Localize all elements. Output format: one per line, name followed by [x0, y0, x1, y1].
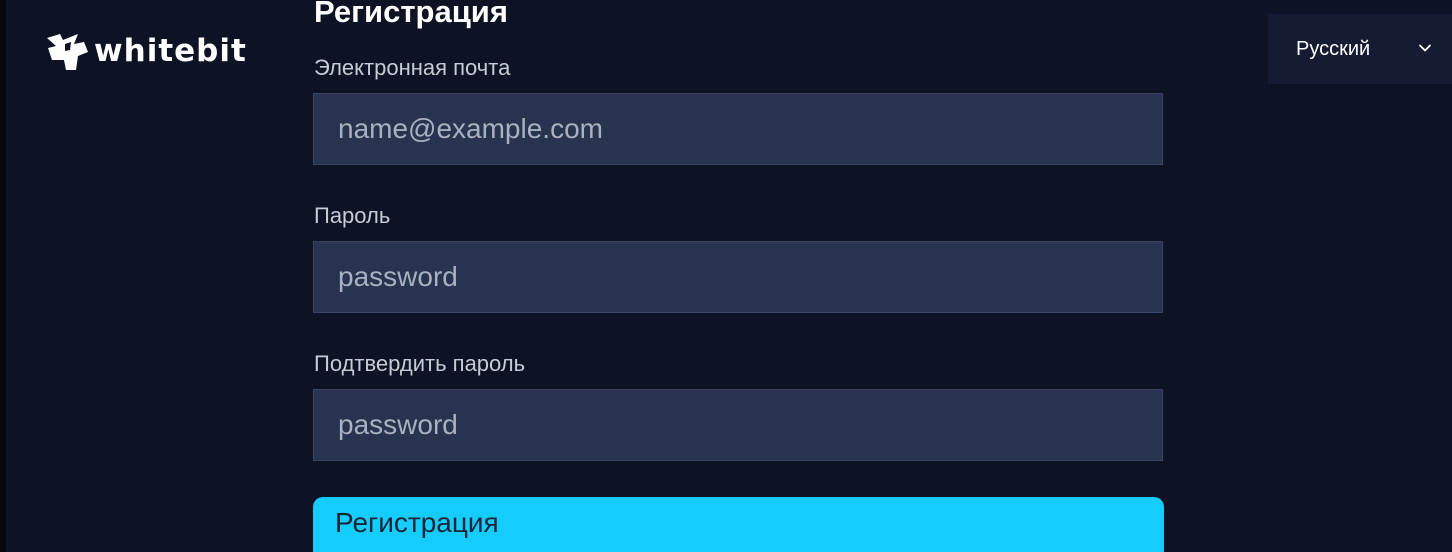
brand-name: whitebit — [94, 33, 247, 69]
brand-logo[interactable]: whitebit — [44, 30, 247, 72]
form-title: Регистрация — [314, 0, 508, 29]
register-button[interactable]: Регистрация — [313, 497, 1164, 552]
language-selected-label: Русский — [1296, 37, 1371, 60]
chevron-down-icon — [1419, 44, 1431, 52]
email-field[interactable] — [313, 93, 1163, 165]
email-label: Электронная почта — [314, 55, 511, 80]
registration-page: whitebit Русский Регистрация Электронная… — [0, 0, 1452, 552]
password-field[interactable] — [313, 241, 1163, 313]
whitebit-bull-logo-icon — [47, 34, 88, 70]
language-select[interactable]: Русский — [1268, 14, 1452, 84]
password-label: Пароль — [314, 203, 391, 228]
confirm-password-field[interactable] — [313, 389, 1163, 461]
left-edge-strip — [0, 0, 6, 552]
confirm-password-label: Подтвердить пароль — [314, 351, 526, 376]
